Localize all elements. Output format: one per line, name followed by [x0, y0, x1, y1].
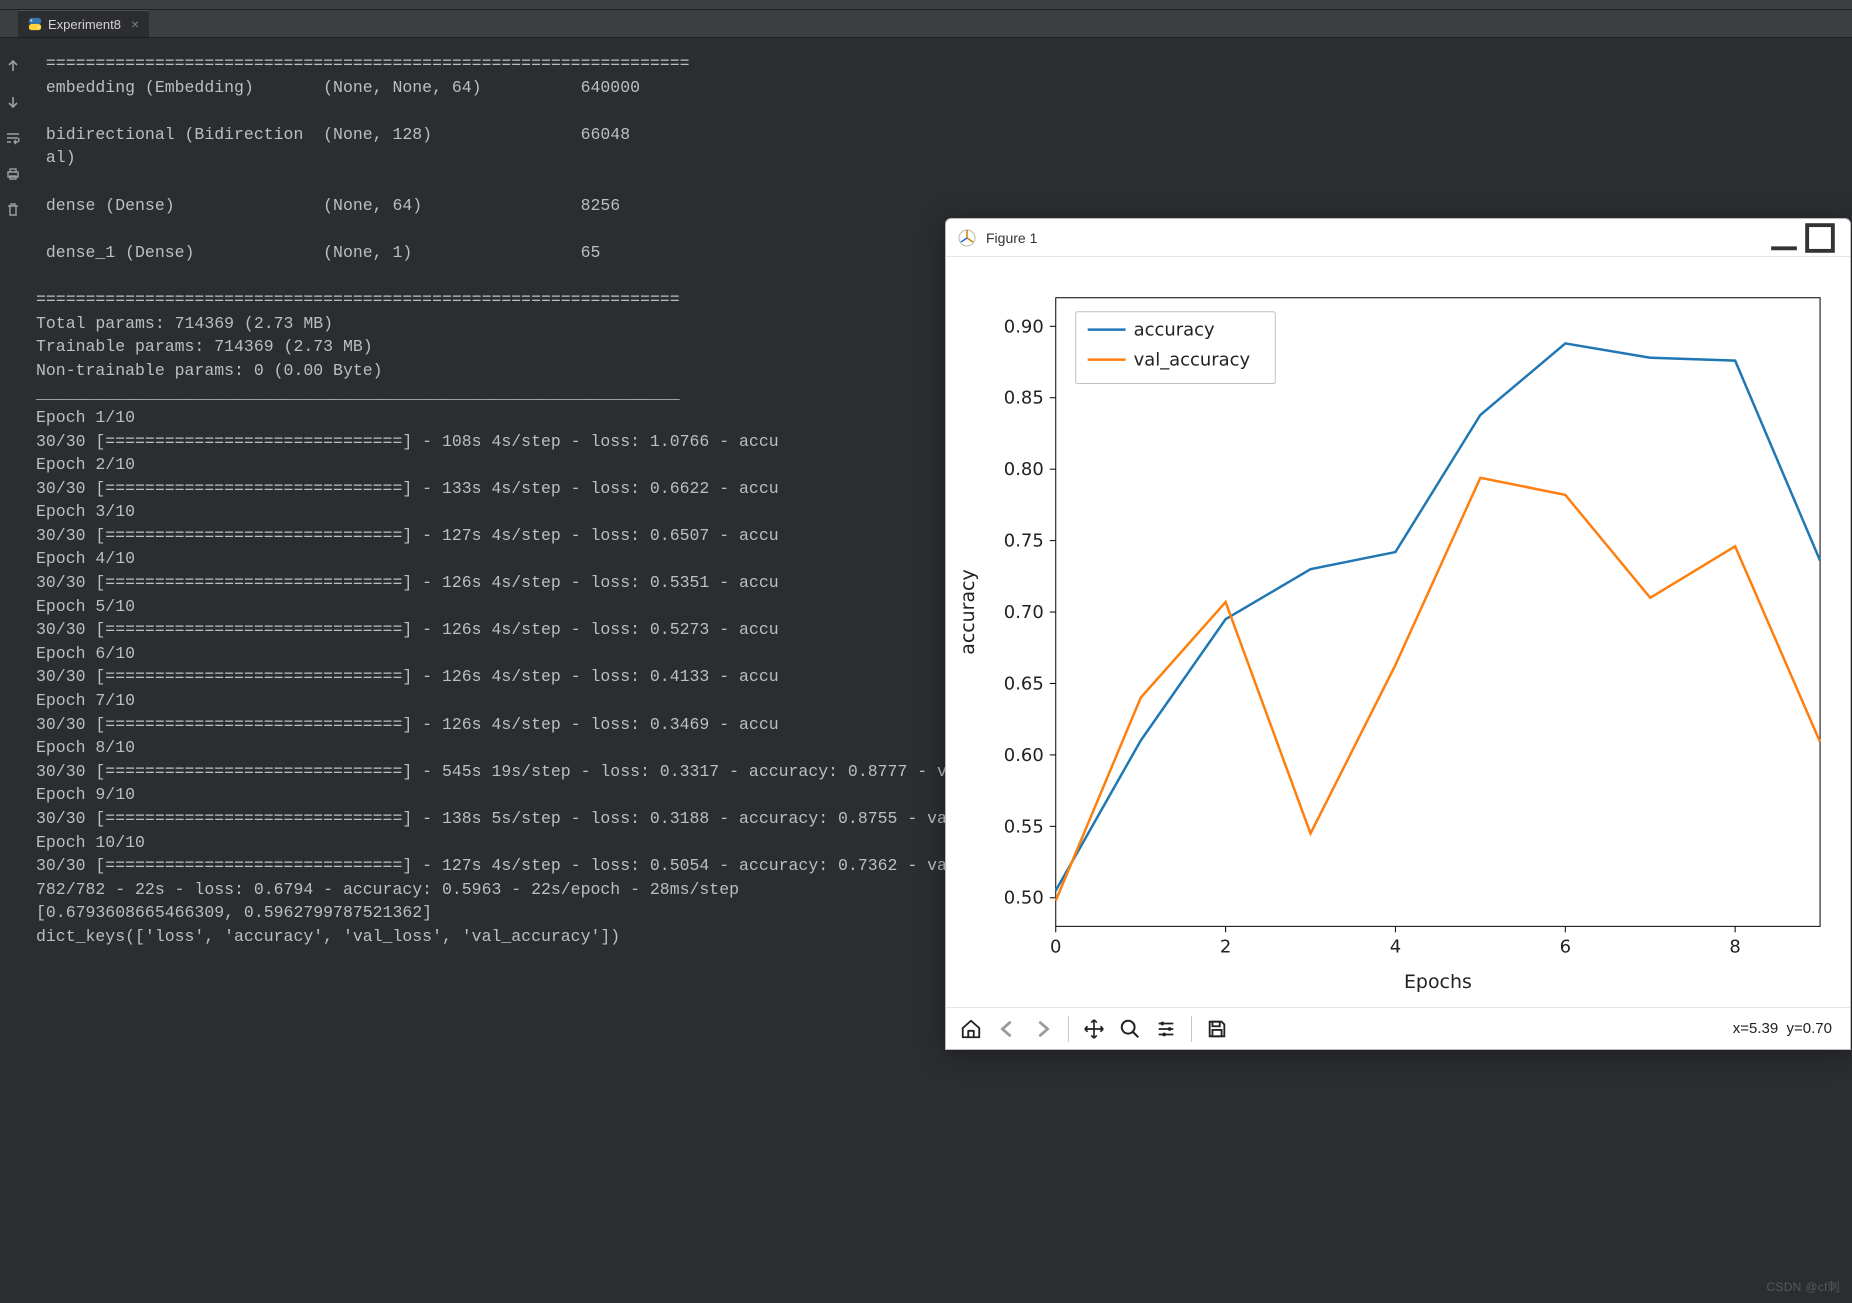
svg-text:0.55: 0.55 — [1004, 816, 1044, 837]
print-icon[interactable] — [5, 166, 21, 182]
figure-title-bar[interactable]: Figure 1 — [946, 219, 1850, 257]
plot-svg: 0 2 4 6 8 0.50 0.55 0.60 0.65 0.70 0.75 0.80 0.85 0.9… — [946, 257, 1850, 1007]
svg-text:0.60: 0.60 — [1004, 745, 1044, 766]
svg-text:0: 0 — [1050, 936, 1061, 957]
svg-text:0.65: 0.65 — [1004, 673, 1044, 694]
run-tool-gutter — [0, 38, 26, 1303]
svg-text:8: 8 — [1729, 936, 1740, 957]
scroll-down-icon[interactable] — [5, 94, 21, 110]
scroll-up-icon[interactable] — [5, 58, 21, 74]
svg-text:6: 6 — [1560, 936, 1571, 957]
svg-text:val_accuracy: val_accuracy — [1134, 350, 1251, 371]
svg-text:0.70: 0.70 — [1004, 602, 1044, 623]
editor-tab-bar: Experiment8 × — [0, 10, 1852, 38]
window-maximize-button[interactable] — [1802, 224, 1838, 252]
trash-icon[interactable] — [5, 202, 21, 218]
svg-text:0.75: 0.75 — [1004, 531, 1044, 552]
toolbar-pan-button[interactable] — [1077, 1012, 1111, 1046]
figure-window: Figure 1 0 2 4 6 8 0.50 0.55 0.60 0.65 0.70 0.75 0.… — [945, 218, 1851, 1050]
svg-text:0.80: 0.80 — [1004, 459, 1044, 480]
svg-text:4: 4 — [1390, 936, 1401, 957]
python-file-icon — [28, 17, 42, 31]
toolbar-save-button[interactable] — [1200, 1012, 1234, 1046]
app-top-strip — [0, 0, 1852, 10]
watermark: CSDN @cf刺 — [1766, 1278, 1840, 1295]
toolbar-home-button[interactable] — [954, 1012, 988, 1046]
figure-app-icon — [958, 229, 976, 247]
figure-toolbar: x=5.39 y=0.70 — [946, 1007, 1850, 1049]
svg-text:Epochs: Epochs — [1404, 971, 1472, 993]
editor-tab-experiment8[interactable]: Experiment8 × — [18, 10, 149, 37]
svg-text:0.90: 0.90 — [1004, 316, 1044, 337]
toolbar-back-button[interactable] — [990, 1012, 1024, 1046]
tab-close-button[interactable]: × — [131, 16, 139, 32]
tab-label: Experiment8 — [48, 17, 121, 32]
toolbar-forward-button[interactable] — [1026, 1012, 1060, 1046]
svg-text:accuracy: accuracy — [1134, 320, 1215, 341]
toolbar-separator — [1068, 1016, 1069, 1042]
figure-title: Figure 1 — [986, 230, 1766, 246]
toolbar-configure-button[interactable] — [1149, 1012, 1183, 1046]
svg-text:2: 2 — [1220, 936, 1231, 957]
window-minimize-button[interactable] — [1766, 224, 1802, 252]
svg-text:0.50: 0.50 — [1004, 888, 1044, 909]
coordinate-readout: x=5.39 y=0.70 — [1733, 1020, 1842, 1037]
figure-plot-area[interactable]: 0 2 4 6 8 0.50 0.55 0.60 0.65 0.70 0.75 0.80 0.85 0.9… — [946, 257, 1850, 1007]
toolbar-zoom-button[interactable] — [1113, 1012, 1147, 1046]
svg-text:accuracy: accuracy — [957, 569, 979, 654]
toolbar-separator — [1191, 1016, 1192, 1042]
soft-wrap-icon[interactable] — [5, 130, 21, 146]
svg-text:0.85: 0.85 — [1004, 388, 1044, 409]
